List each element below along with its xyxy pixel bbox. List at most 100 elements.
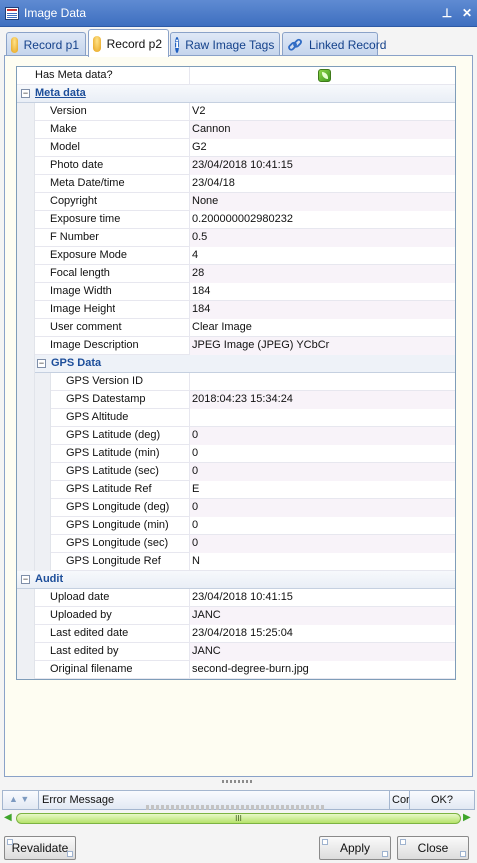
grid-row[interactable]: Exposure Mode 4 xyxy=(17,247,455,265)
scroll-left-icon[interactable]: ◀ xyxy=(4,813,14,823)
collapse-icon[interactable]: − xyxy=(21,575,30,584)
row-gutter xyxy=(17,535,35,553)
grid-row-has-meta-data[interactable]: Has Meta data? xyxy=(17,67,455,85)
grid-row[interactable]: GPS Latitude (sec) 0 xyxy=(17,463,455,481)
grid-row[interactable]: Image Width 184 xyxy=(17,283,455,301)
grid-row[interactable]: Image Description JPEG Image (JPEG) YCbCr xyxy=(17,337,455,355)
row-value[interactable]: 4 xyxy=(189,247,455,265)
cor-column[interactable]: Cor xyxy=(389,791,409,809)
tab-label: Record p1 xyxy=(23,37,79,52)
category-audit[interactable]: − Audit xyxy=(17,571,455,589)
close-button[interactable]: Close xyxy=(397,836,469,860)
row-value[interactable]: V2 xyxy=(189,103,455,121)
row-value[interactable]: 0.200000002980232 xyxy=(189,211,455,229)
row-gutter xyxy=(17,229,35,247)
row-value[interactable]: 184 xyxy=(189,301,455,319)
row-value[interactable]: second-degree-burn.jpg xyxy=(189,661,455,679)
pin-icon[interactable]: ⊥ xyxy=(437,6,457,20)
apply-button[interactable]: Apply xyxy=(319,836,391,860)
row-value[interactable]: 23/04/2018 10:41:15 xyxy=(189,589,455,607)
category-title: Audit xyxy=(35,573,64,585)
row-value[interactable]: JPEG Image (JPEG) YCbCr xyxy=(189,337,455,355)
row-value[interactable]: Clear Image xyxy=(189,319,455,337)
row-value[interactable]: 23/04/18 xyxy=(189,175,455,193)
category-meta-data[interactable]: − Meta data xyxy=(17,85,455,103)
row-value[interactable]: 28 xyxy=(189,265,455,283)
row-value[interactable]: JANC xyxy=(189,643,455,661)
row-value[interactable] xyxy=(189,409,455,427)
grid-row[interactable]: GPS Longitude (deg) 0 xyxy=(17,499,455,517)
ok-column[interactable]: OK? xyxy=(409,791,474,809)
grid-row[interactable]: F Number 0.5 xyxy=(17,229,455,247)
grid-row[interactable]: GPS Longitude (min) 0 xyxy=(17,517,455,535)
collapse-icon[interactable]: − xyxy=(37,359,46,368)
row-value[interactable]: 23/04/2018 10:41:15 xyxy=(189,157,455,175)
horizontal-scrollbar[interactable]: ◀ III ▶ xyxy=(4,812,473,825)
row-value[interactable]: 0 xyxy=(189,517,455,535)
row-label: Uploaded by xyxy=(50,609,112,621)
row-label: Exposure Mode xyxy=(50,249,128,261)
tab-raw-image-tags[interactable]: i Raw Image Tags xyxy=(170,32,280,56)
grid-row[interactable]: GPS Latitude (deg) 0 xyxy=(17,427,455,445)
grid-row[interactable]: Version V2 xyxy=(17,103,455,121)
grid-row[interactable]: GPS Longitude (sec) 0 xyxy=(17,535,455,553)
tab-linked-record[interactable]: Linked Record xyxy=(282,32,386,56)
grid-row[interactable]: Upload date 23/04/2018 10:41:15 xyxy=(17,589,455,607)
row-value[interactable]: None xyxy=(189,193,455,211)
grid-row[interactable]: GPS Longitude Ref N xyxy=(17,553,455,571)
row-value[interactable]: 0 xyxy=(189,427,455,445)
grid-row[interactable]: Make Cannon xyxy=(17,121,455,139)
grid-row[interactable]: GPS Altitude xyxy=(17,409,455,427)
tab-record-p1[interactable]: Record p1 xyxy=(6,32,86,56)
row-value[interactable]: 0 xyxy=(189,463,455,481)
row-gutter xyxy=(17,337,35,355)
row-label: GPS Longitude (min) xyxy=(66,519,169,531)
grid-row[interactable]: Last edited date 23/04/2018 15:25:04 xyxy=(17,625,455,643)
sort-arrows-icon[interactable]: ▲ ▼ xyxy=(9,794,29,804)
row-label: F Number xyxy=(50,231,99,243)
grid-row[interactable]: Last edited by JANC xyxy=(17,643,455,661)
grid-row[interactable]: Copyright None xyxy=(17,193,455,211)
row-value[interactable]: Cannon xyxy=(189,121,455,139)
row-value[interactable]: 184 xyxy=(189,283,455,301)
grid-row[interactable]: Model G2 xyxy=(17,139,455,157)
row-value[interactable]: 0 xyxy=(189,499,455,517)
grid-row[interactable]: GPS Datestamp 2018:04:23 15:34:24 xyxy=(17,391,455,409)
row-label: Upload date xyxy=(50,591,110,603)
property-grid: Has Meta data? − Meta data Version V2 Make… xyxy=(16,66,456,680)
grid-row[interactable]: Original filename second-degree-burn.jpg xyxy=(17,661,455,679)
scroll-thumb[interactable]: III xyxy=(16,813,461,824)
row-value[interactable]: 2018:04:23 15:34:24 xyxy=(189,391,455,409)
row-label: Focal length xyxy=(50,267,110,279)
category-gps-data[interactable]: − GPS Data xyxy=(17,355,455,373)
collapse-icon[interactable]: − xyxy=(21,89,30,98)
grid-row[interactable]: GPS Latitude (min) 0 xyxy=(17,445,455,463)
revalidate-button[interactable]: Revalidate xyxy=(4,836,76,860)
grid-row[interactable]: Exposure time 0.200000002980232 xyxy=(17,211,455,229)
grid-row[interactable]: GPS Latitude Ref E xyxy=(17,481,455,499)
row-value[interactable]: N xyxy=(189,553,455,571)
row-value[interactable]: E xyxy=(189,481,455,499)
row-value[interactable]: 23/04/2018 15:25:04 xyxy=(189,625,455,643)
scroll-right-icon[interactable]: ▶ xyxy=(463,813,473,823)
row-value[interactable]: 0 xyxy=(189,535,455,553)
tab-strip: Record p1 Record p2 i Raw Image Tags Lin… xyxy=(4,29,473,57)
row-gutter xyxy=(17,625,35,643)
grid-row[interactable]: Meta Date/time 23/04/18 xyxy=(17,175,455,193)
grid-row[interactable]: Focal length 28 xyxy=(17,265,455,283)
row-value[interactable]: G2 xyxy=(189,139,455,157)
row-value[interactable] xyxy=(189,373,455,391)
grid-row[interactable]: Photo date 23/04/2018 10:41:15 xyxy=(17,157,455,175)
row-value[interactable]: 0 xyxy=(189,445,455,463)
resize-grip[interactable] xyxy=(222,780,254,783)
grid-row[interactable]: Uploaded by JANC xyxy=(17,607,455,625)
row-value[interactable] xyxy=(189,67,455,85)
grid-row[interactable]: Image Height 184 xyxy=(17,301,455,319)
grid-row[interactable]: User comment Clear Image xyxy=(17,319,455,337)
grid-row[interactable]: GPS Version ID xyxy=(17,373,455,391)
row-value[interactable]: 0.5 xyxy=(189,229,455,247)
row-gutter xyxy=(17,355,35,373)
close-icon[interactable]: ✕ xyxy=(457,6,477,20)
row-value[interactable]: JANC xyxy=(189,607,455,625)
tab-record-p2[interactable]: Record p2 xyxy=(88,29,169,57)
